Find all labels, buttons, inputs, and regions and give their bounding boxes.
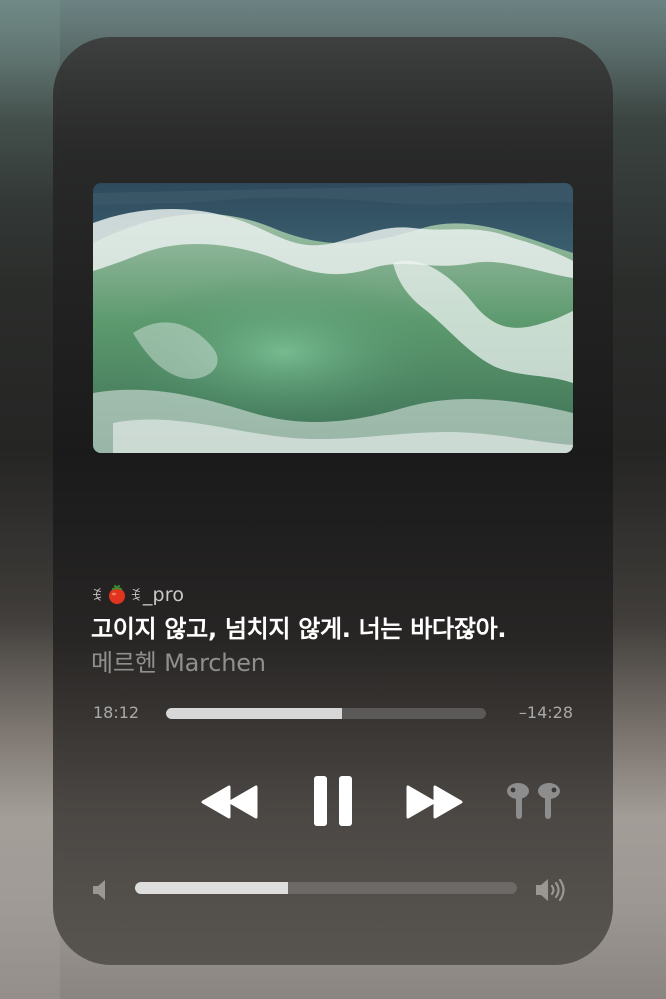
source-app-label: ꉂ ꉂ _pro (91, 582, 184, 608)
now-playing-panel: ꉂ ꉂ _pro 고이지 않고, 넘치지 않게. 너는 바다잖아. 메르헨 Ma… (53, 37, 613, 965)
audio-output-button[interactable] (503, 781, 565, 825)
elapsed-time: 18:12 (93, 703, 140, 722)
remaining-time: –14:28 (518, 703, 573, 722)
emoji-glyph: ꉂ (91, 587, 103, 605)
album-artwork (93, 183, 573, 453)
source-name: _pro (142, 584, 185, 606)
volume-high-icon (536, 878, 565, 902)
scrubber-progress (166, 708, 342, 719)
airpods-pro-icon (507, 783, 560, 819)
tomato-icon (107, 585, 127, 605)
playback-scrubber[interactable] (166, 708, 486, 719)
track-title: 고이지 않고, 넘치지 않게. 너는 바다잖아. (91, 615, 507, 643)
volume-low-icon (93, 880, 105, 900)
background-blur (0, 0, 60, 999)
volume-level (135, 882, 288, 894)
volume-slider[interactable] (135, 882, 517, 894)
track-artist: 메르헨 Marchen (91, 649, 266, 677)
pause-icon (314, 776, 352, 826)
emoji-glyph-right: ꉂ (129, 587, 142, 605)
volume-control (53, 875, 613, 905)
fast-forward-button[interactable] (405, 785, 465, 823)
fast-forward-icon (406, 785, 463, 819)
transport-controls (53, 773, 613, 831)
rewind-button[interactable] (201, 785, 261, 823)
pause-button[interactable] (313, 775, 353, 831)
ocean-wave-artwork (93, 183, 573, 453)
rewind-icon (201, 785, 258, 819)
